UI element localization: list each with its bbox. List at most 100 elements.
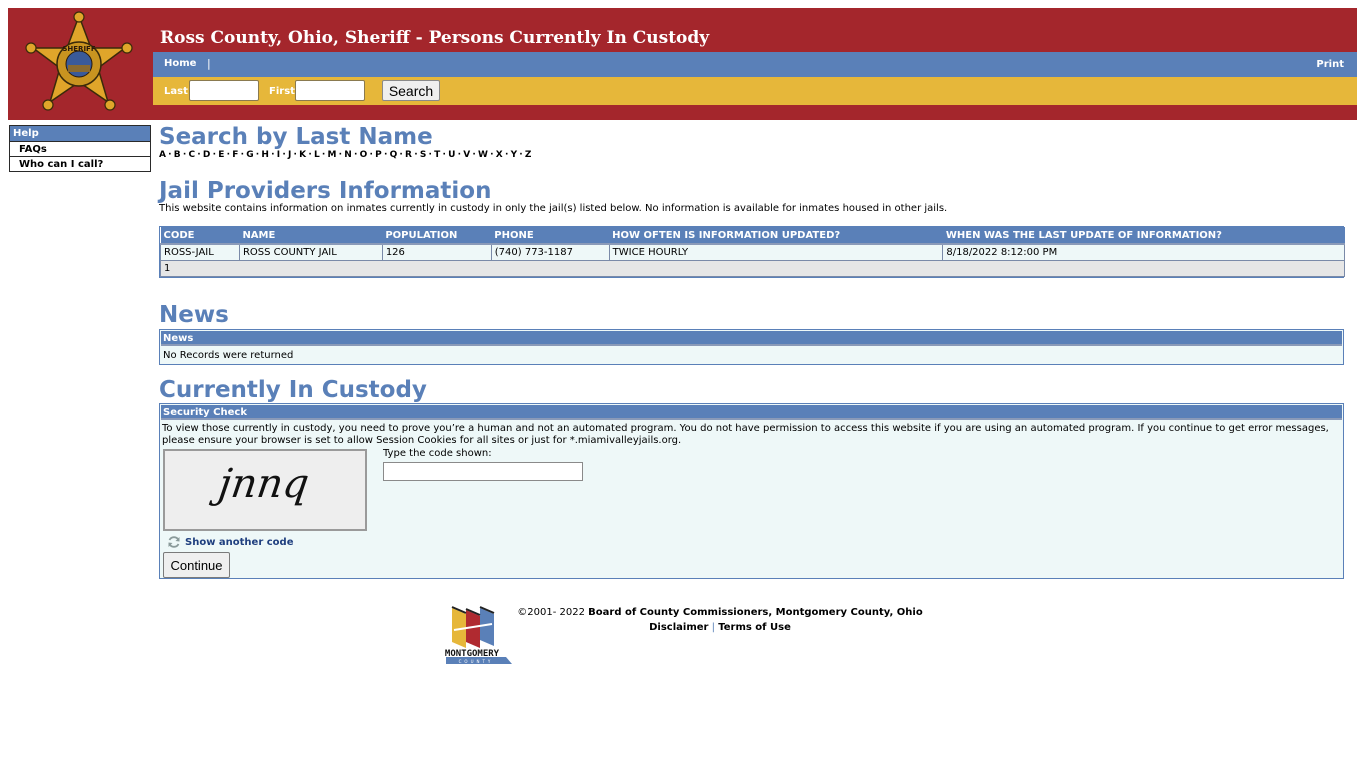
news-panel: News No Records were returned xyxy=(159,329,1344,365)
letter-link-z[interactable]: Z xyxy=(525,150,532,160)
letter-separator: · xyxy=(519,150,523,160)
letter-separator: · xyxy=(504,150,509,160)
alphabet-index: A · B · C · D · E · F · G · H · I · J · K · L · M · N · O · P · Q · R · S · T ·… xyxy=(159,150,1345,160)
letter-link-g[interactable]: G xyxy=(246,150,254,160)
letter-link-o[interactable]: O xyxy=(360,150,368,160)
news-heading: News xyxy=(159,302,229,328)
letter-link-l[interactable]: L xyxy=(314,150,320,160)
first-name-input[interactable] xyxy=(295,80,365,101)
table-row: ROSS-JAIL ROSS COUNTY JAIL 126 (740) 773-11… xyxy=(160,243,1345,261)
footer-separator: | xyxy=(711,622,716,633)
letter-separator: · xyxy=(490,150,494,160)
letter-link-u[interactable]: U xyxy=(448,150,456,160)
name-search-bar: Last First Search xyxy=(153,77,1357,105)
letter-link-d[interactable]: D xyxy=(203,150,211,160)
pager-row: 1 xyxy=(160,260,1345,277)
jail-providers-table-wrap: CODE NAME POPULATION PHONE HOW OFTEN IS INFO… xyxy=(159,226,1345,278)
letter-link-s[interactable]: S xyxy=(420,150,427,160)
letter-separator: · xyxy=(369,150,374,160)
column-header: PHONE xyxy=(491,227,610,245)
copyright-text: ©2001- 2022 xyxy=(517,607,589,618)
letter-link-e[interactable]: E xyxy=(218,150,224,160)
refresh-icon xyxy=(168,536,180,548)
captcha-area: jnnq Type the code shown: Show another c… xyxy=(161,447,1342,578)
letter-link-m[interactable]: M xyxy=(328,150,337,160)
code-label: Type the code shown: xyxy=(383,448,492,459)
letter-separator: · xyxy=(428,150,433,160)
copyright-line: ©2001- 2022 Board of County Commissioner… xyxy=(470,605,970,620)
letter-link-f[interactable]: F xyxy=(232,150,238,160)
show-another-code-link[interactable]: Show another code xyxy=(167,535,293,549)
help-sidebar: Help FAQs Who can I call? xyxy=(9,125,151,172)
letter-link-h[interactable]: H xyxy=(261,150,269,160)
table-cell: 8/18/2022 8:12:00 PM xyxy=(942,243,1345,261)
column-header: POPULATION xyxy=(382,227,492,245)
jail-providers-table: CODE NAME POPULATION PHONE HOW OFTEN IS INFO… xyxy=(160,227,1345,277)
first-name-label: First xyxy=(269,86,295,97)
table-cell: ROSS-JAIL xyxy=(160,243,240,261)
jail-providers-heading: Jail Providers Information xyxy=(159,178,492,204)
table-cell: 126 xyxy=(381,243,492,261)
table-cell: TWICE HOURLY xyxy=(608,243,944,261)
search-by-last-name-heading: Search by Last Name xyxy=(159,124,433,150)
letter-separator: · xyxy=(442,150,447,160)
letter-separator: · xyxy=(282,150,286,160)
last-name-label: Last xyxy=(164,86,188,97)
news-panel-heading: News xyxy=(161,331,1342,346)
show-another-code-label: Show another code xyxy=(185,536,294,548)
sidebar-item-faqs[interactable]: FAQs xyxy=(10,141,150,156)
captcha-code-input[interactable] xyxy=(383,462,583,481)
table-cell: ROSS COUNTY JAIL xyxy=(238,243,383,261)
letter-separator: · xyxy=(354,150,358,160)
main-content: Search by Last Name A · B · C · D · E · F · G · H · I · J ·… xyxy=(159,123,1345,579)
letter-separator: · xyxy=(271,150,275,160)
captcha-text: jnnq xyxy=(215,461,312,507)
column-header: HOW OFTEN IS INFORMATION UPDATED? xyxy=(609,227,943,245)
letter-link-w[interactable]: W xyxy=(478,150,488,160)
last-name-input[interactable] xyxy=(189,80,259,101)
continue-button[interactable]: Continue xyxy=(163,552,230,578)
column-header: NAME xyxy=(239,227,383,245)
sidebar-item-who-can-i-call[interactable]: Who can I call? xyxy=(10,156,150,171)
letter-link-n[interactable]: N xyxy=(344,150,352,160)
letter-separator: · xyxy=(399,150,404,160)
letter-separator: · xyxy=(168,150,172,160)
letter-separator: · xyxy=(472,150,477,160)
letter-link-x[interactable]: X xyxy=(496,150,503,160)
news-empty-message: No Records were returned xyxy=(163,350,294,361)
column-header: WHEN WAS THE LAST UPDATE OF INFORMATION? xyxy=(942,227,1345,245)
organization-name: Board of County Commissioners, Montgomer… xyxy=(588,607,923,618)
print-link[interactable]: Print xyxy=(1316,59,1344,70)
letter-link-j[interactable]: J xyxy=(288,150,292,160)
sheriff-star-badge-icon: SHERIFF xyxy=(25,11,133,111)
footer-links: Disclaimer | Terms of Use xyxy=(470,620,970,635)
search-button[interactable]: Search xyxy=(382,80,440,101)
page-title: Ross County, Ohio, Sheriff - Persons Cur… xyxy=(160,28,710,48)
security-check-panel: Security Check To view those currently i… xyxy=(159,403,1344,579)
footer: ©2001- 2022 Board of County Commissioner… xyxy=(470,605,970,635)
security-check-heading: Security Check xyxy=(161,405,1342,420)
security-check-instructions: To view those currently in custody, you … xyxy=(162,423,1329,446)
letter-link-b[interactable]: B xyxy=(174,150,181,160)
nav-separator: | xyxy=(207,57,211,70)
footer-logo-subtext: COUNTY xyxy=(459,659,494,664)
currently-in-custody-heading: Currently In Custody xyxy=(159,377,427,403)
disclaimer-link[interactable]: Disclaimer xyxy=(649,622,708,633)
table-header-row: CODE NAME POPULATION PHONE HOW OFTEN IS INFO… xyxy=(160,227,1345,245)
letter-separator: · xyxy=(308,150,312,160)
column-header: CODE xyxy=(160,227,240,245)
letter-separator: · xyxy=(293,150,298,160)
letter-separator: · xyxy=(321,150,326,160)
letter-separator: · xyxy=(414,150,418,160)
jail-providers-description: This website contains information on inm… xyxy=(159,203,948,214)
site-header: SHERIFF Ross County, Ohio, Sheriff - Per… xyxy=(8,8,1357,120)
nav-home-link[interactable]: Home xyxy=(164,58,196,69)
letter-link-p[interactable]: P xyxy=(375,150,382,160)
letter-separator: · xyxy=(383,150,388,160)
terms-of-use-link[interactable]: Terms of Use xyxy=(718,622,791,633)
svg-text:SHERIFF: SHERIFF xyxy=(62,45,95,53)
sidebar-heading: Help xyxy=(10,126,150,141)
table-cell: (740) 773-1187 xyxy=(490,243,610,261)
page-number[interactable]: 1 xyxy=(160,260,1345,277)
captcha-image: jnnq xyxy=(163,449,367,531)
